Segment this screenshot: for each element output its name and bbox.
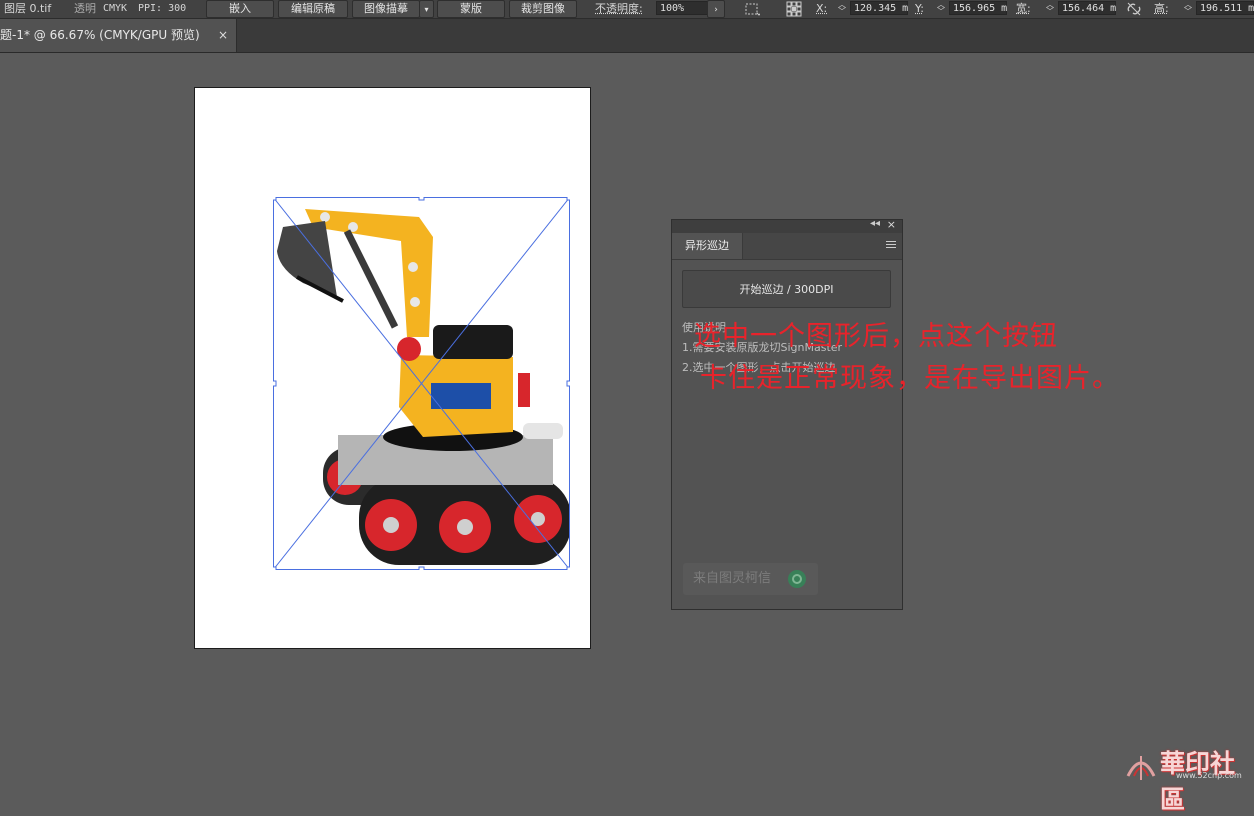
bucket bbox=[277, 221, 337, 297]
close-icon[interactable]: × bbox=[218, 19, 228, 52]
watermark-logo-icon bbox=[1126, 756, 1156, 780]
mask-button[interactable]: 蒙版 bbox=[437, 0, 505, 18]
control-bar: 图层 0.tif 透明 CMYK PPI: 300 嵌入 编辑原稿 图像描摹 ▾… bbox=[0, 0, 1254, 19]
annotation-line-2: 卡住是正常现象，是在导出图片。 bbox=[700, 363, 1120, 394]
transform-bounds-icon[interactable] bbox=[744, 1, 760, 17]
x-field[interactable]: 120.345 m bbox=[850, 1, 908, 15]
edit-original-button[interactable]: 编辑原稿 bbox=[278, 0, 348, 18]
collapse-icon[interactable]: ◂◂ bbox=[870, 218, 880, 229]
credit-logo-icon bbox=[788, 570, 806, 588]
chevron-right-icon: › bbox=[714, 5, 718, 15]
reference-point-icon[interactable] bbox=[786, 1, 802, 17]
color-mode-label: CMYK bbox=[103, 3, 128, 14]
cab-roof bbox=[433, 325, 513, 359]
embed-button[interactable]: 嵌入 bbox=[206, 0, 274, 18]
width-field[interactable]: 156.464 m bbox=[1058, 1, 1116, 15]
x-label: X: bbox=[816, 2, 828, 15]
width-stepper[interactable]: ︿ ﹀ bbox=[1044, 1, 1056, 16]
panel-close-icon[interactable]: × bbox=[887, 218, 896, 231]
rear-bolt-block bbox=[523, 423, 563, 439]
width-label: 宽: bbox=[1016, 2, 1031, 15]
outline-trace-panel: ◂◂ × 异形巡边 开始巡边 / 300DPI 使用说明 1.需要安装原版龙切S… bbox=[671, 218, 903, 610]
placed-image[interactable] bbox=[273, 197, 570, 570]
hydraulic-piston bbox=[343, 229, 399, 329]
chevron-down-icon: ▾ bbox=[424, 5, 429, 14]
watermark-text: 華印社區 bbox=[1160, 749, 1236, 814]
annotation-line-1: 选中一个图形后，点这个按钮 bbox=[694, 321, 1058, 352]
ppi-label: PPI: 300 bbox=[138, 3, 187, 14]
start-trace-button[interactable]: 开始巡边 / 300DPI bbox=[682, 270, 891, 308]
layer-name-link[interactable]: 图层 0.tif bbox=[4, 0, 51, 18]
crop-image-button[interactable]: 裁剪图像 bbox=[509, 0, 577, 18]
document-tab[interactable]: 题-1* @ 66.67% (CMYK/GPU 预览) × bbox=[0, 19, 237, 52]
constrain-proportions-icon[interactable] bbox=[1126, 1, 1142, 17]
watermark: 華印社區 www.52cnp.com bbox=[1118, 742, 1254, 814]
panel-titlebar[interactable]: ◂◂ × bbox=[672, 218, 902, 233]
transparency-label: 透明 bbox=[74, 2, 96, 15]
credit-badge[interactable]: 来自图灵柯信 bbox=[683, 563, 818, 595]
panel-tab-row: 异形巡边 bbox=[672, 233, 902, 260]
panel-menu-icon[interactable] bbox=[886, 239, 896, 251]
height-label: 高: bbox=[1154, 2, 1169, 15]
y-field[interactable]: 156.965 m bbox=[949, 1, 1007, 15]
opacity-field[interactable]: 100% bbox=[656, 1, 708, 15]
image-trace-dropdown[interactable]: ▾ bbox=[419, 0, 434, 18]
height-field[interactable]: 196.511 m bbox=[1196, 1, 1254, 15]
opacity-label: 不透明度: bbox=[595, 2, 643, 15]
opacity-dropdown[interactable]: › bbox=[707, 0, 725, 18]
tab-outline-trace[interactable]: 异形巡边 bbox=[672, 233, 743, 259]
cab-window bbox=[431, 383, 491, 409]
watermark-url: www.52cnp.com bbox=[1176, 771, 1242, 780]
y-label: Y: bbox=[915, 2, 924, 15]
image-trace-button[interactable]: 图像描摹 bbox=[352, 0, 420, 18]
document-tab-bar: 题-1* @ 66.67% (CMYK/GPU 预览) × bbox=[0, 19, 1254, 53]
y-stepper[interactable]: ︿ ﹀ bbox=[935, 1, 947, 16]
document-tab-title: 题-1* @ 66.67% (CMYK/GPU 预览) bbox=[0, 28, 200, 42]
x-stepper[interactable]: ︿ ﹀ bbox=[836, 1, 848, 16]
credit-label: 来自图灵柯信 bbox=[693, 571, 772, 586]
boom-pivot bbox=[397, 337, 421, 361]
height-stepper[interactable]: ︿ ﹀ bbox=[1182, 1, 1194, 16]
exhaust bbox=[518, 373, 530, 407]
